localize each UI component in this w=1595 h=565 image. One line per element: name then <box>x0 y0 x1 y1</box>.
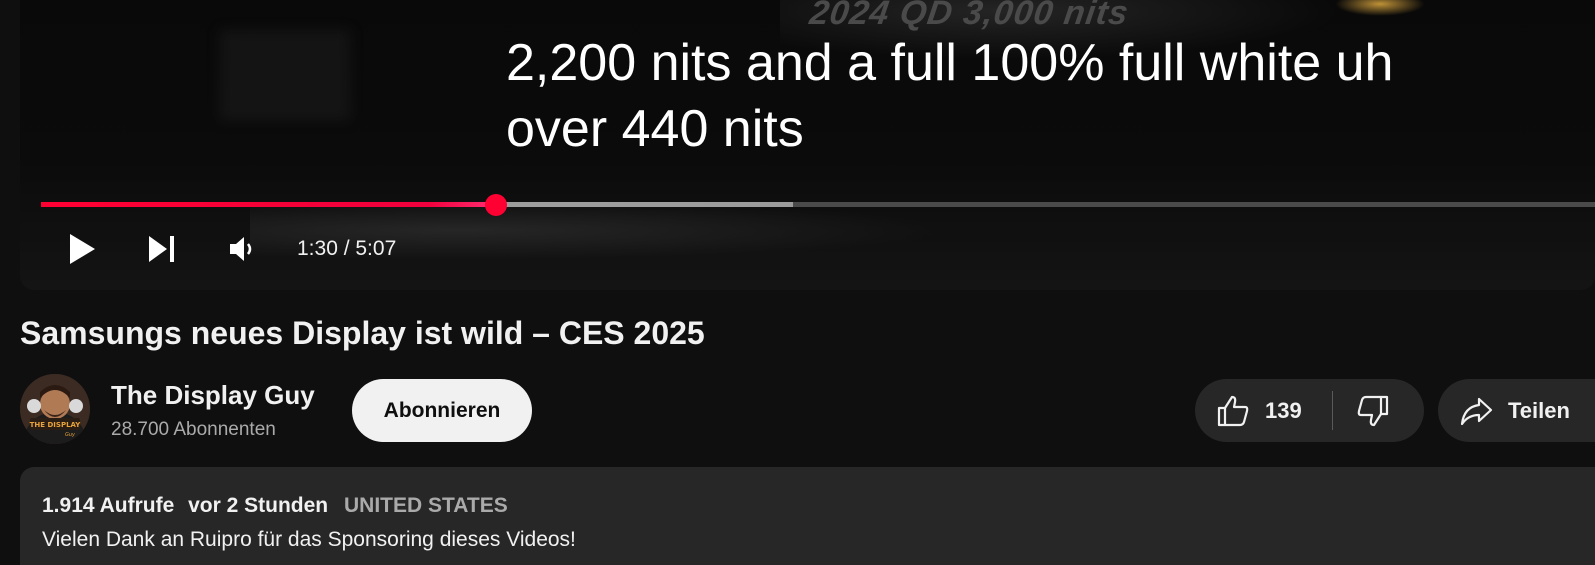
like-count: 139 <box>1265 398 1302 423</box>
channel-avatar[interactable]: THE DISPLAY Guy <box>20 374 90 444</box>
channel-name[interactable]: The Display Guy <box>111 380 315 411</box>
share-arrow-icon <box>1460 397 1493 426</box>
country-tag[interactable]: UNITED STATES <box>344 494 508 517</box>
play-button[interactable] <box>60 225 104 273</box>
thumbs-down-icon <box>1357 395 1389 427</box>
next-icon <box>149 236 174 262</box>
video-player[interactable]: 2024 QD 3,000 nits 2,200 nits and a full… <box>20 0 1595 290</box>
video-frame-highlight <box>1335 0 1425 16</box>
svg-text:THE DISPLAY: THE DISPLAY <box>30 421 82 429</box>
dislike-button[interactable] <box>1333 379 1424 442</box>
svg-text:Guy: Guy <box>65 432 76 438</box>
like-dislike-group: 139 <box>1195 379 1424 442</box>
video-title: Samsungs neues Display ist wild – CES 20… <box>20 315 705 351</box>
subscribe-button[interactable]: Abonnieren <box>352 379 532 442</box>
video-frame-text: 2024 QD 3,000 nits <box>807 0 1132 32</box>
description-text: Vielen Dank an Ruipro für das Sponsoring… <box>42 528 576 551</box>
thumbs-up-icon <box>1217 395 1249 427</box>
description-box[interactable]: 1.914 Aufrufe vor 2 Stunden UNITED STATE… <box>20 467 1595 565</box>
scrubber-handle[interactable] <box>485 193 508 216</box>
view-count: 1.914 Aufrufe <box>42 494 175 517</box>
share-button[interactable]: Teilen <box>1438 379 1595 442</box>
like-button[interactable]: 139 <box>1195 379 1332 442</box>
upload-date: vor 2 Stunden <box>188 494 329 517</box>
share-label: Teilen <box>1508 398 1570 423</box>
next-button[interactable] <box>140 225 184 273</box>
video-frame-shape <box>220 30 350 120</box>
caption-line: over 440 nits <box>506 100 804 158</box>
progress-bar[interactable] <box>41 193 1595 216</box>
captions: 2,200 nits and a full 100% full white uh… <box>506 30 1486 162</box>
watch-page: 2024 QD 3,000 nits 2,200 nits and a full… <box>0 0 1595 565</box>
volume-icon <box>230 237 252 261</box>
time-display: 1:30 / 5:07 <box>297 237 397 260</box>
progress-played <box>41 202 497 207</box>
subscriber-count: 28.700 Abonnenten <box>111 419 276 440</box>
volume-button[interactable] <box>220 225 264 273</box>
caption-line: 2,200 nits and a full 100% full white uh <box>506 34 1394 92</box>
player-controls: 1:30 / 5:07 <box>20 225 1595 273</box>
avatar-image: THE DISPLAY Guy <box>20 374 90 444</box>
description-meta: 1.914 Aufrufe vor 2 Stunden UNITED STATE… <box>42 494 508 518</box>
play-icon <box>70 234 95 264</box>
